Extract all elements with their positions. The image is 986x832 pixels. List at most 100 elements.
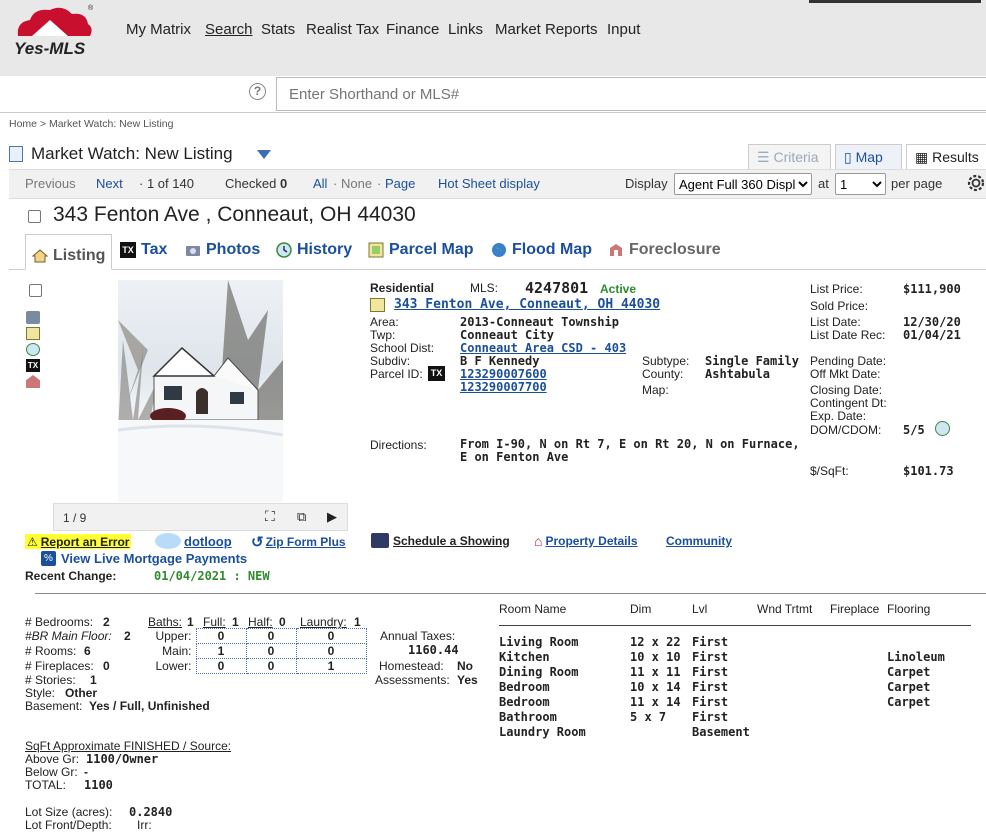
nav-my-matrix[interactable]: My Matrix (126, 21, 191, 38)
photo-counter: 1 / 9 (63, 511, 87, 525)
shorthand-search-input[interactable] (276, 77, 986, 111)
photo-select-checkbox[interactable] (29, 284, 42, 297)
tab-flood-map[interactable]: Flood Map (491, 241, 592, 259)
parcel-id-link[interactable]: 123290007600 (460, 367, 547, 381)
directions-value: From I-90, N on Rt 7, E on Rt 20, N on F… (460, 437, 800, 464)
svg-text:Yes-MLS: Yes-MLS (14, 39, 86, 58)
tab-photos[interactable]: Photos (185, 241, 260, 259)
baths-label: Baths: (148, 615, 183, 629)
yes-mls-logo[interactable]: Yes-MLS ® (10, 2, 100, 60)
tax-icon[interactable]: TX (428, 366, 445, 381)
nav-input[interactable]: Input (607, 21, 640, 38)
nav-finance[interactable]: Finance (386, 21, 439, 38)
previous-link[interactable]: Previous (25, 176, 76, 191)
listing-address-title: 343 Fenton Ave , Conneaut, OH 44030 (53, 203, 416, 226)
listing-photo[interactable] (118, 280, 283, 502)
next-link[interactable]: Next (96, 176, 123, 191)
laundry-value: 1 (354, 615, 361, 629)
dotloop-icon (155, 533, 181, 549)
list-price: $111,900 (903, 282, 961, 296)
pending-date-label: Pending Date: (810, 354, 887, 368)
parcel-map-icon[interactable] (26, 327, 40, 340)
clock-icon[interactable] (935, 421, 950, 436)
listing-checkbox[interactable] (28, 210, 41, 223)
chevron-down-icon[interactable] (257, 150, 271, 159)
gear-icon[interactable] (965, 172, 986, 194)
school-label: School Dist: (370, 341, 435, 355)
baths-value: 1 (187, 615, 194, 629)
room-flooring: Carpet (887, 665, 931, 679)
lot-size-label: Lot Size (acres): (25, 805, 113, 819)
nav-market-reports[interactable]: Market Reports (495, 21, 598, 38)
nav-stats[interactable]: Stats (261, 21, 295, 38)
nav-realist-tax[interactable]: Realist Tax (306, 21, 379, 38)
rooms-label: # Rooms: (25, 644, 77, 658)
criteria-button[interactable]: ☰ Criteria (748, 144, 831, 169)
help-icon[interactable]: ? (249, 83, 266, 100)
per-page-select[interactable]: 1 (835, 173, 886, 195)
bedrooms-label: # Bedrooms: (25, 615, 94, 629)
homestead-label: Homestead: (379, 659, 444, 673)
room-dim: 11 x 11 (630, 665, 681, 679)
nav-search[interactable]: Search (205, 21, 253, 38)
hot-sheet-link[interactable]: Hot Sheet display (438, 176, 540, 191)
tax-icon[interactable]: TX (26, 359, 40, 372)
foreclosure-icon[interactable] (26, 375, 40, 388)
room-level: First (692, 695, 729, 709)
price-per-sqft: $101.73 (903, 464, 954, 478)
clock-icon[interactable] (26, 343, 40, 356)
school-district-link[interactable]: Conneaut Area CSD - 403 (460, 341, 626, 355)
section-divider (35, 593, 986, 594)
window-treatment-header: Wnd Trtmt (757, 602, 813, 616)
room-level: Basement (692, 725, 750, 739)
area-label: Area: (370, 315, 399, 329)
house-icon: ⌂ (534, 533, 543, 549)
homestead-value: No (457, 659, 473, 673)
map-button[interactable]: ▯ Map (835, 144, 902, 169)
camera-icon[interactable] (26, 311, 40, 324)
room-level: First (692, 680, 729, 694)
closing-date-label: Closing Date: (810, 383, 883, 397)
calendar-icon (371, 533, 389, 548)
br-main-floor-label: #BR Main Floor: (25, 629, 112, 643)
schedule-showing-button[interactable]: Schedule a Showing (371, 533, 510, 548)
list-date-rec-label: List Date Rec: (810, 328, 886, 342)
tab-history[interactable]: History (276, 241, 352, 259)
parcel-map-icon[interactable] (370, 298, 385, 312)
mortgage-payments-button[interactable]: % View Live Mortgage Payments (41, 551, 247, 566)
mls-number: 4247801 (525, 279, 589, 297)
table-row: Lower: 0 0 1 (148, 658, 367, 674)
address-link[interactable]: 343 Fenton Ave, Conneaut, OH 44030 (394, 297, 660, 312)
check-none-link[interactable]: None (341, 176, 372, 191)
parcel-id-link[interactable]: 123290007700 (460, 380, 547, 394)
property-details-button[interactable]: ⌂ Property Details (534, 533, 638, 549)
community-link[interactable]: Community (666, 534, 732, 548)
display-select[interactable]: Agent Full 360 Display (674, 173, 812, 195)
tab-listing[interactable]: Listing (25, 234, 112, 270)
total-sqft-value: 1100 (84, 778, 113, 792)
tab-parcel-map[interactable]: Parcel Map (368, 241, 473, 259)
per-page-label: per page (891, 176, 943, 191)
report-error-button[interactable]: ⚠ Report an Error (25, 534, 132, 549)
results-button[interactable]: ▦ Results (906, 144, 986, 169)
fullscreen-icon[interactable]: ⛶ (265, 508, 275, 525)
room-flooring: Carpet (887, 680, 931, 694)
gallery-icon[interactable]: ⧉ (297, 509, 306, 525)
tab-foreclosure[interactable]: Foreclosure (608, 241, 721, 259)
check-page-link[interactable]: Page (385, 176, 415, 191)
next-photo-icon[interactable]: ▶ (327, 509, 337, 525)
room-dim: 10 x 10 (630, 650, 681, 664)
fireplace-header: Fireplace (830, 602, 880, 616)
nav-links[interactable]: Links (448, 21, 483, 38)
room-name: Bedroom (499, 695, 550, 709)
breadcrumb[interactable]: Home > Market Watch: New Listing (9, 118, 173, 130)
bedrooms-value: 2 (103, 615, 110, 629)
table-row: Upper: 0 0 0 (148, 628, 367, 644)
zip-form-button[interactable]: ↺ Zip Form Plus (251, 533, 346, 551)
display-label: Display (625, 176, 668, 191)
check-all-link[interactable]: All (313, 176, 327, 191)
dotloop-button[interactable]: dotloop (155, 533, 232, 549)
stories-label: # Stories: (25, 673, 76, 687)
room-level: First (692, 710, 729, 724)
tab-tax[interactable]: TX Tax (120, 241, 167, 259)
